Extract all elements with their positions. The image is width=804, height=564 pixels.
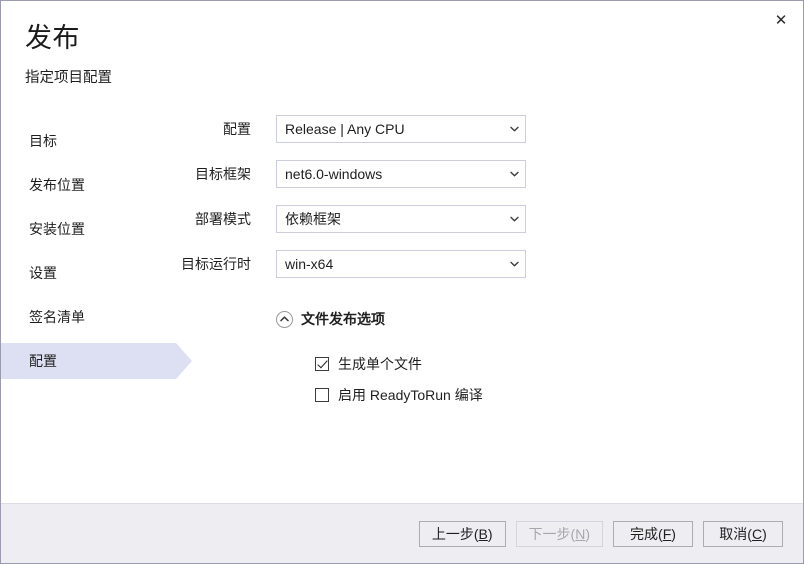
sidebar-item-label: 签名清单 [29, 307, 85, 327]
field-label-0: 配置 [176, 119, 251, 139]
dropdown-value-0: Release | Any CPU [277, 121, 503, 137]
sidebar-item-4[interactable]: 签名清单 [1, 299, 176, 335]
sidebar-item-label: 安装位置 [29, 219, 85, 239]
dropdown-1[interactable]: net6.0-windows [276, 160, 526, 188]
sidebar-item-3[interactable]: 设置 [1, 255, 176, 291]
chevron-down-icon[interactable] [503, 216, 525, 222]
publish-dialog: ✕ 发布 指定项目配置 目标发布位置安装位置设置签名清单配置 配置Release… [0, 0, 804, 564]
button-label-pre: 取消( [719, 524, 752, 544]
field-label-3: 目标运行时 [176, 254, 251, 274]
button-label-pre: 下一步( [529, 524, 576, 544]
field-row-3: 目标运行时 win-x64 [176, 250, 803, 278]
page-subtitle: 指定项目配置 [25, 66, 803, 87]
checkbox-label-0: 生成单个文件 [338, 354, 422, 374]
dialog-body: 目标发布位置安装位置设置签名清单配置 配置Release | Any CPU目标… [1, 87, 803, 503]
field-label-2: 部署模式 [176, 209, 251, 229]
dropdown-0[interactable]: Release | Any CPU [276, 115, 526, 143]
button-accelerator: N [575, 526, 585, 542]
sidebar-item-label: 配置 [29, 351, 57, 371]
dropdown-value-1: net6.0-windows [277, 166, 503, 182]
chevron-down-icon[interactable] [503, 171, 525, 177]
sidebar-selection-arrow-icon [176, 343, 192, 379]
publish-options-list: 生成单个文件启用 ReadyToRun 编译 [315, 354, 803, 405]
footer-button-3[interactable]: 取消(C) [703, 521, 783, 547]
footer-button-1: 下一步(N) [516, 521, 603, 547]
wizard-sidebar: 目标发布位置安装位置设置签名清单配置 [1, 87, 176, 503]
field-row-2: 部署模式 依赖框架 [176, 205, 803, 233]
chevron-down-icon[interactable] [503, 261, 525, 267]
footer-button-0[interactable]: 上一步(B) [419, 521, 506, 547]
sidebar-item-5[interactable]: 配置 [1, 343, 176, 379]
button-accelerator: B [479, 526, 488, 542]
button-accelerator: F [663, 526, 672, 542]
sidebar-item-1[interactable]: 发布位置 [1, 167, 176, 203]
dialog-header: 发布 指定项目配置 [1, 1, 803, 87]
field-row-0: 配置 Release | Any CPU [176, 115, 803, 143]
button-label-post: ) [762, 526, 767, 542]
button-label-pre: 上一步( [432, 524, 479, 544]
sidebar-item-2[interactable]: 安装位置 [1, 211, 176, 247]
checkbox-unchecked-icon[interactable] [315, 388, 329, 402]
page-title: 发布 [25, 23, 803, 54]
close-icon[interactable]: ✕ [760, 2, 802, 38]
chevron-down-icon[interactable] [503, 126, 525, 132]
sidebar-item-label: 发布位置 [29, 175, 85, 195]
dropdown-3[interactable]: win-x64 [276, 250, 526, 278]
sidebar-item-label: 设置 [29, 263, 57, 283]
chevron-up-icon [276, 311, 293, 328]
checkbox-row-0[interactable]: 生成单个文件 [315, 354, 803, 374]
sidebar-item-label: 目标 [29, 131, 57, 151]
dropdown-value-2: 依赖框架 [277, 209, 503, 229]
checkbox-row-1[interactable]: 启用 ReadyToRun 编译 [315, 385, 803, 405]
footer-button-2[interactable]: 完成(F) [613, 521, 693, 547]
dropdown-2[interactable]: 依赖框架 [276, 205, 526, 233]
button-label-post: ) [488, 526, 493, 542]
field-row-1: 目标框架 net6.0-windows [176, 160, 803, 188]
button-accelerator: C [752, 526, 762, 542]
button-label-pre: 完成( [630, 524, 663, 544]
file-publish-options-header[interactable]: 文件发布选项 [276, 309, 803, 329]
dialog-footer: 上一步(B)下一步(N)完成(F)取消(C) [1, 503, 803, 563]
button-label-post: ) [585, 526, 590, 542]
button-label-post: ) [671, 526, 676, 542]
field-list: 配置 Release | Any CPU 目标框架 net6.0-windows 部署模… [176, 115, 803, 278]
sidebar-item-0[interactable]: 目标 [1, 123, 176, 159]
checkbox-label-1: 启用 ReadyToRun 编译 [338, 385, 483, 405]
config-panel: 配置 Release | Any CPU 目标框架 net6.0-windows 部署模… [176, 87, 803, 503]
dropdown-value-3: win-x64 [277, 256, 503, 272]
checkbox-checked-icon[interactable] [315, 357, 329, 371]
section-title: 文件发布选项 [301, 309, 385, 329]
field-label-1: 目标框架 [176, 164, 251, 184]
